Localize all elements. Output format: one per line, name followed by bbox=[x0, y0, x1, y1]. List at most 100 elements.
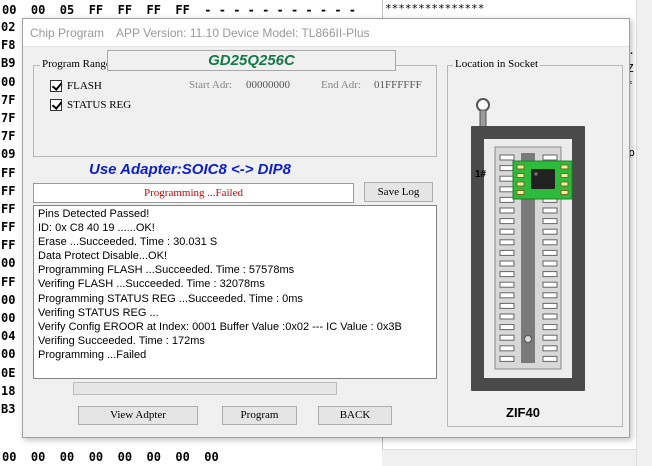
dialog-app-version: APP Version: 11.10 Device Model: TL866II… bbox=[116, 25, 370, 40]
log-line: Verify Config EROOR at Index: 0001 Buffe… bbox=[38, 320, 402, 333]
save-log-button[interactable]: Save Log bbox=[364, 182, 433, 202]
view-adapter-button[interactable]: View Adpter bbox=[78, 406, 198, 425]
chip-program-dialog: Chip Program APP Version: 11.10 Device M… bbox=[22, 18, 630, 438]
horizontal-scrollbar[interactable] bbox=[382, 449, 636, 466]
socket-pin-hole-left bbox=[499, 249, 515, 256]
hex-bottom-row: 00 00 00 00 00 00 00 00 bbox=[2, 450, 219, 464]
socket-pin-hole-right bbox=[542, 302, 558, 309]
hex-cell: F8 bbox=[1, 38, 16, 53]
socket-pin-hole-left bbox=[499, 271, 515, 278]
socket-pin-hole-left bbox=[499, 313, 515, 320]
pcb-pad-left bbox=[516, 164, 525, 170]
hex-cell: 0E bbox=[1, 365, 16, 380]
log-line: Programming ...Failed bbox=[38, 348, 147, 361]
hex-cell: FF bbox=[1, 201, 16, 216]
socket-pin-hole-right bbox=[542, 218, 558, 225]
socket-pin-hole-left bbox=[499, 218, 515, 225]
flash-checkbox[interactable] bbox=[50, 80, 62, 92]
socket-pin-hole-left bbox=[499, 186, 515, 193]
socket-pin-hole-left bbox=[499, 260, 515, 267]
socket-pin-hole-right bbox=[542, 228, 558, 235]
status-reg-checkbox-row[interactable]: STATUS REG bbox=[50, 99, 131, 111]
pcb-pad-right bbox=[560, 190, 569, 195]
socket-pin-hole-right bbox=[542, 313, 558, 320]
zif40-socket-illustration: 1# bbox=[471, 98, 585, 391]
pcb-pad-right bbox=[560, 173, 569, 178]
hex-cell: 18 bbox=[1, 383, 16, 398]
socket-pin-hole-left bbox=[499, 355, 515, 362]
hex-cell: 02 bbox=[1, 20, 16, 34]
hex-cell: 7F bbox=[1, 129, 16, 144]
adapter-instruction: Use Adapter:SOIC8 <-> DIP8 bbox=[89, 161, 292, 178]
right-pane-line: *************** bbox=[385, 2, 485, 15]
dialog-title: Chip Program bbox=[30, 25, 105, 40]
log-line: Data Protect Disable...OK! bbox=[38, 250, 167, 263]
hex-cell: 7F bbox=[1, 110, 16, 125]
hex-cell: FF bbox=[1, 220, 16, 235]
socket-pin-hole-left bbox=[499, 239, 515, 246]
socket-pin-hole-left bbox=[499, 228, 515, 235]
hex-cell: 00 bbox=[1, 292, 16, 307]
socket-pin-hole-left bbox=[499, 302, 515, 309]
flash-checkbox-row[interactable]: FLASH bbox=[50, 80, 102, 92]
status-reg-label: STATUS REG bbox=[67, 99, 132, 111]
vertical-scrollbar[interactable] bbox=[636, 0, 652, 466]
hex-cell: FF bbox=[1, 183, 16, 198]
log-line: Erase ...Succeeded. Time : 30.031 S bbox=[38, 236, 218, 249]
socket-pin-hole-left bbox=[499, 196, 515, 203]
end-adr-value: 01FFFFFF bbox=[374, 79, 422, 91]
operation-log[interactable]: Pins Detected Passed! ID: 0x C8 40 19 ...… bbox=[33, 205, 437, 379]
start-adr-value: 00000000 bbox=[246, 79, 290, 91]
socket-pin-hole-right bbox=[542, 154, 558, 161]
log-line: ID: 0x C8 40 19 ......OK! bbox=[38, 222, 155, 235]
chip-name: GD25Q256C bbox=[107, 50, 396, 71]
pcb-pad-right bbox=[560, 164, 569, 170]
socket-pin-hole-left bbox=[499, 281, 515, 288]
socket-pin-hole-left bbox=[499, 175, 515, 182]
soic8-chip bbox=[531, 169, 555, 189]
log-line: Verifing Succeeded. Time : 172ms bbox=[38, 334, 205, 347]
socket-pin-hole-left bbox=[499, 324, 515, 331]
socket-pin-hole-left bbox=[499, 207, 515, 214]
socket-pin-hole-right bbox=[542, 260, 558, 267]
pcb-pad-left bbox=[516, 181, 525, 187]
program-button[interactable]: Program bbox=[222, 406, 297, 425]
hex-cell: 09 bbox=[1, 147, 16, 162]
pcb-pad-left bbox=[516, 173, 525, 178]
hex-cell: 00 bbox=[1, 256, 16, 271]
socket-pin-hole-left bbox=[499, 165, 515, 172]
log-line: Programming STATUS REG ...Succeeded. Tim… bbox=[38, 292, 303, 305]
socket-pin-hole-right bbox=[542, 249, 558, 256]
hex-cell: FF bbox=[1, 238, 16, 253]
log-line: Verifing STATUS REG ... bbox=[38, 306, 159, 319]
status-reg-checkbox[interactable] bbox=[50, 99, 62, 111]
hex-cell: B3 bbox=[1, 401, 16, 416]
log-line: Verifing FLASH ...Succeeded. Time : 3207… bbox=[38, 278, 265, 291]
end-adr-label: End Adr: bbox=[321, 79, 362, 91]
back-button[interactable]: BACK bbox=[318, 406, 392, 425]
socket-center-mark bbox=[524, 335, 532, 343]
flash-label: FLASH bbox=[67, 80, 102, 92]
hex-address-column: 02 F8 B9 00 7F 7F 7F 09 FF FF FF FF FF 00 FF 00 00 04 00 0E… bbox=[0, 20, 22, 420]
socket-pin-hole-left bbox=[499, 345, 515, 352]
hex-top-row: 00 00 05 FF FF FF FF - - - - - - - - - -… bbox=[2, 3, 357, 17]
socket-pin-hole-right bbox=[542, 207, 558, 214]
socket-pin-hole-right bbox=[542, 355, 558, 362]
socket-lever-stem bbox=[479, 109, 487, 129]
hex-cell: FF bbox=[1, 165, 16, 180]
socket-name: ZIF40 bbox=[506, 405, 540, 420]
socket-pin-hole-right bbox=[542, 292, 558, 299]
soic8-pin1-dot bbox=[534, 172, 538, 176]
socket-pin-hole-right bbox=[542, 345, 558, 352]
pcb-pad-left bbox=[516, 190, 525, 195]
hex-cell: 04 bbox=[1, 329, 16, 344]
progress-bar bbox=[73, 382, 337, 395]
pcb-pad-right bbox=[560, 181, 569, 187]
dialog-titlebar[interactable]: Chip Program APP Version: 11.10 Device M… bbox=[23, 19, 629, 47]
socket-pin-hole-right bbox=[542, 239, 558, 246]
socket-pin-hole-right bbox=[542, 271, 558, 278]
socket-pin-hole-right bbox=[542, 324, 558, 331]
start-adr-label: Start Adr: bbox=[189, 79, 233, 91]
hex-cell: 00 bbox=[1, 74, 16, 89]
pin1-label: 1# bbox=[475, 169, 487, 180]
